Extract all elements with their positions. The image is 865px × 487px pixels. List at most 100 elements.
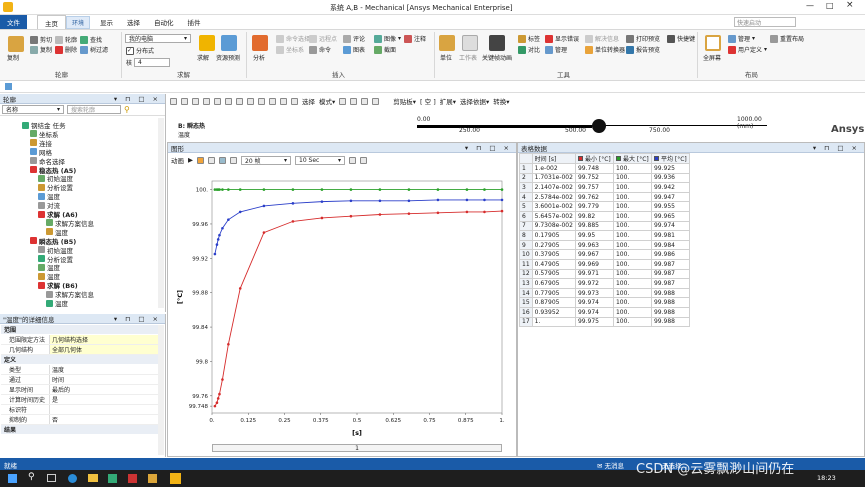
details-value[interactable]: 最后的 bbox=[50, 385, 159, 394]
keyframe-animation-icon[interactable] bbox=[489, 35, 505, 51]
coordinate-system-button[interactable]: 坐标系 bbox=[276, 45, 304, 54]
copy-button[interactable]: 复制 bbox=[30, 45, 52, 54]
zoom-out-icon[interactable] bbox=[181, 97, 188, 105]
details-section-header[interactable]: 定义 bbox=[1, 355, 159, 364]
series-color-swatch[interactable] bbox=[653, 156, 659, 161]
details-value[interactable]: 温度 bbox=[50, 365, 159, 374]
duplicate-button[interactable]: 轮廓 bbox=[55, 35, 77, 44]
worksheet-icon[interactable] bbox=[462, 35, 478, 51]
table-row[interactable]: 11 0.47905 99.969 100. 99.987 bbox=[519, 258, 690, 270]
zoom-in-icon[interactable] bbox=[170, 97, 177, 105]
result-data-frames-icon[interactable] bbox=[230, 156, 237, 164]
app-icon-2[interactable] bbox=[128, 474, 137, 483]
export-video-icon[interactable] bbox=[349, 156, 356, 164]
details-section-header[interactable]: 范围 bbox=[1, 325, 159, 334]
table-row[interactable]: 15 0.87905 99.974 100. 99.988 bbox=[519, 297, 690, 308]
table-row[interactable]: 1 1.e-002 99.748 100. 99.925 bbox=[519, 163, 690, 174]
series-color-swatch[interactable] bbox=[615, 156, 621, 161]
comment-button[interactable]: 评论 bbox=[343, 34, 365, 43]
play-icon[interactable]: ▶ bbox=[188, 156, 193, 164]
keyframe-animation-button[interactable]: 关键帧动画 bbox=[482, 53, 512, 62]
select-by-dropdown[interactable]: 选择依据▾ bbox=[460, 96, 489, 106]
extend-dropdown[interactable]: 扩展▾ bbox=[440, 96, 456, 106]
delete-button[interactable]: 删除 bbox=[55, 45, 77, 54]
close-button[interactable]: × bbox=[846, 0, 854, 10]
fit-icon[interactable] bbox=[192, 97, 199, 105]
quick-search[interactable]: 快速启动 bbox=[734, 17, 796, 27]
details-section-header[interactable]: 结果 bbox=[1, 425, 159, 434]
tab-file[interactable]: 文件 bbox=[0, 15, 27, 29]
table-column-header[interactable]: 最大 [°C] bbox=[612, 153, 652, 164]
table-row[interactable]: 6 5.6457e-002 99.82 100. 99.965 bbox=[519, 210, 690, 222]
tab-automation[interactable]: 自动化 bbox=[147, 15, 181, 29]
show-errors-button[interactable]: 显示错误 bbox=[545, 34, 579, 43]
table-row[interactable]: 2 1.7031e-002 99.752 100. 99.936 bbox=[519, 172, 690, 184]
tab-selection[interactable]: 选择 bbox=[120, 15, 147, 29]
table-row[interactable]: 12 0.57905 99.971 100. 99.987 bbox=[519, 268, 690, 280]
details-row[interactable]: 类型 温度 bbox=[1, 365, 159, 375]
image-button[interactable]: 图像 ▾ bbox=[374, 34, 401, 43]
table-row[interactable]: 10 0.37905 99.967 100. 99.986 bbox=[519, 249, 690, 260]
table-column-header[interactable]: 平均 [°C] bbox=[650, 153, 690, 164]
distributed-frames-icon[interactable] bbox=[219, 156, 226, 164]
reset-layout-button[interactable]: 重置布局 bbox=[770, 34, 804, 43]
analysis-button[interactable]: 分析 bbox=[253, 53, 265, 62]
tree-filter-button[interactable]: 树过滤 bbox=[80, 45, 108, 54]
worksheet-button[interactable]: 工作表 bbox=[459, 53, 477, 62]
outline-node[interactable]: 温度 bbox=[46, 298, 68, 308]
outline-filter-select[interactable]: 名称 ▾ bbox=[2, 105, 64, 114]
task-view-icon[interactable] bbox=[47, 474, 56, 482]
chart-button[interactable]: 图表 bbox=[343, 45, 365, 54]
lightning-icon[interactable] bbox=[5, 83, 12, 90]
context-tab-environment[interactable]: 环境 bbox=[66, 16, 90, 29]
messages-status[interactable]: ✉ 无消息 bbox=[597, 460, 624, 470]
details-value[interactable] bbox=[50, 405, 159, 414]
convert-dropdown[interactable]: 转换▾ bbox=[493, 96, 509, 106]
empty-bracket[interactable]: [ 空 ] bbox=[420, 96, 436, 106]
solve-mode-select[interactable]: 我的电脑 ▾ bbox=[125, 34, 191, 43]
iso-view-icon[interactable] bbox=[203, 97, 210, 105]
command-snippet-button[interactable]: 命令选择 bbox=[276, 34, 310, 43]
details-row[interactable]: 范围限定方法 几何结构选择 bbox=[1, 335, 159, 345]
vertex-select-icon[interactable] bbox=[258, 97, 265, 105]
units-icon[interactable] bbox=[439, 35, 455, 51]
shrink-icon[interactable] bbox=[372, 97, 380, 105]
distributed-checkbox[interactable]: ✓ 分布式 bbox=[126, 46, 154, 55]
maximize-button[interactable]: □ bbox=[826, 1, 834, 10]
full-screen-icon[interactable] bbox=[705, 35, 721, 51]
details-value[interactable]: 几何结构选择 bbox=[50, 335, 159, 344]
rotate-icon[interactable] bbox=[214, 97, 221, 105]
table-row[interactable]: 7 9.7308e-002 99.885 100. 99.974 bbox=[519, 220, 690, 232]
compare-button[interactable]: 对比 bbox=[518, 45, 540, 54]
file-explorer-icon[interactable] bbox=[88, 474, 98, 482]
table-row[interactable]: 8 0.17905 99.95 100. 99.981 bbox=[519, 230, 690, 241]
tab-addins[interactable]: 插件 bbox=[181, 15, 208, 29]
table-column-header[interactable]: 时间 [s] bbox=[531, 153, 576, 164]
table-row[interactable]: 13 0.67905 99.972 100. 99.987 bbox=[519, 278, 690, 289]
box-zoom-icon[interactable] bbox=[236, 97, 243, 105]
search-options-icon[interactable]: ⚲ bbox=[124, 105, 130, 114]
section-button[interactable]: 截面 bbox=[374, 45, 396, 54]
taskbar-search-icon[interactable]: ⚲ bbox=[28, 472, 35, 482]
outline-search-input[interactable]: 搜索轮廓 bbox=[67, 105, 121, 114]
graph-settings-icon[interactable] bbox=[360, 156, 367, 164]
remote-point-button[interactable]: 远程点 bbox=[309, 34, 337, 43]
body-select-icon[interactable] bbox=[291, 97, 298, 105]
previous-frame-icon[interactable] bbox=[208, 156, 215, 164]
shortcuts-button[interactable]: 快捷键 bbox=[667, 34, 695, 43]
details-row[interactable]: 标识符 bbox=[1, 405, 159, 415]
cut-button[interactable]: 剪切 bbox=[30, 35, 52, 44]
table-row[interactable]: 14 0.77905 99.973 100. 99.988 bbox=[519, 287, 690, 299]
details-row[interactable]: 显示时间 最后的 bbox=[1, 385, 159, 395]
triad-icon[interactable] bbox=[592, 119, 606, 133]
resource-prediction-button[interactable]: 资源预测 bbox=[216, 53, 240, 62]
minimize-button[interactable]: — bbox=[806, 1, 814, 10]
tab-display[interactable]: 显示 bbox=[93, 15, 120, 29]
edge-browser-icon[interactable] bbox=[68, 474, 77, 483]
analysis-icon[interactable] bbox=[252, 35, 268, 51]
table-column-header[interactable]: 最小 [°C] bbox=[574, 153, 614, 164]
resource-prediction-icon[interactable] bbox=[221, 35, 237, 51]
face-select-icon[interactable] bbox=[280, 97, 287, 105]
manage-layout-button[interactable]: 管理 ▾ bbox=[728, 34, 755, 43]
details-value[interactable]: 是 bbox=[50, 395, 159, 404]
